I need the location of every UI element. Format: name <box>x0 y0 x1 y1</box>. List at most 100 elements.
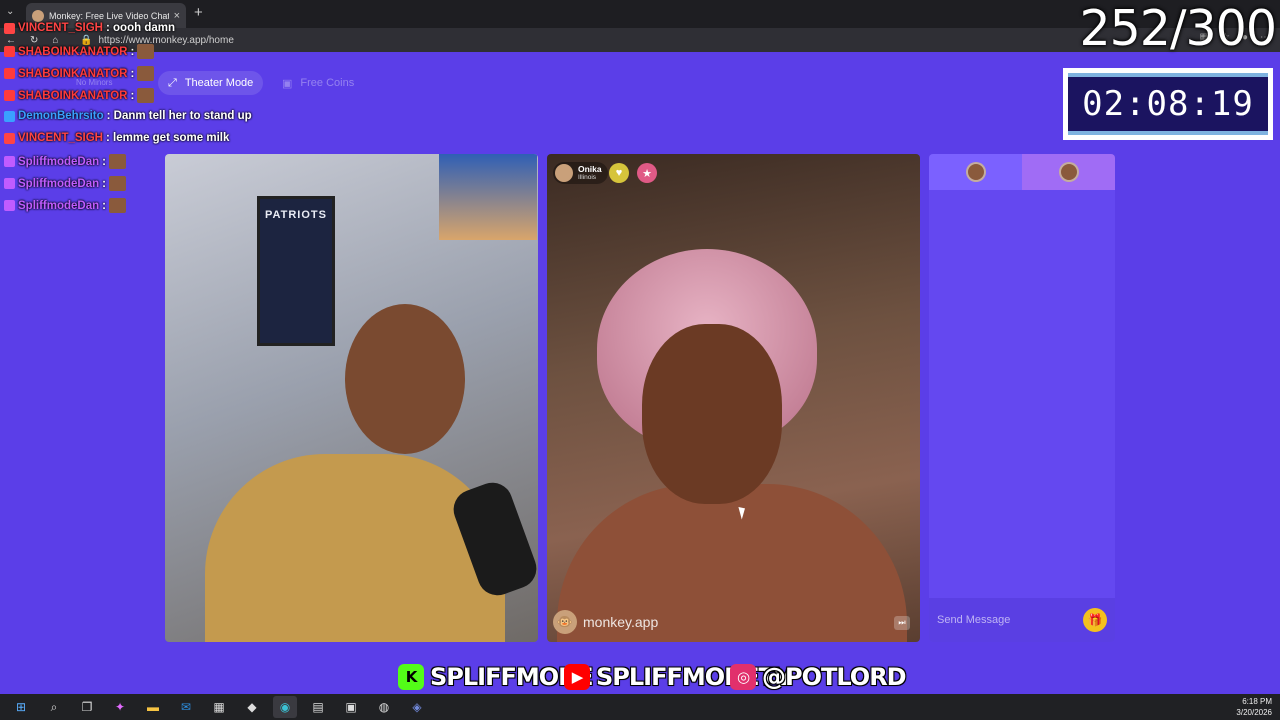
discord-icon[interactable]: ◈ <box>405 696 429 718</box>
heart-badge-icon[interactable]: ♥ <box>609 163 629 183</box>
tab-title: Monkey: Free Live Video Chat <box>49 10 169 21</box>
chat-badge-icon <box>4 156 15 167</box>
palm-tree-painting <box>439 154 537 240</box>
tab-list-icon[interactable]: ⌄ <box>6 6 14 17</box>
tab-self[interactable] <box>929 154 1022 190</box>
expand-icon: ⤢ <box>168 76 177 89</box>
chat-emote-icon <box>108 176 126 191</box>
instagram-handle: @POTLORD <box>762 663 907 691</box>
monkey-favicon-icon <box>32 9 44 22</box>
notepad-icon[interactable]: ▤ <box>306 696 330 718</box>
terminal-icon[interactable]: ▣ <box>339 696 363 718</box>
chat-username: SHABOINKANATOR <box>18 67 128 80</box>
start-icon[interactable]: ⊞ <box>9 696 33 718</box>
panel-tabs <box>929 154 1115 190</box>
partner-avatar <box>555 164 573 182</box>
coins-icon: ▣ <box>282 77 293 90</box>
chat-emote-icon <box>137 66 155 81</box>
obs-icon[interactable]: ◍ <box>372 696 396 718</box>
message-placeholder: Send Message <box>937 614 1011 626</box>
chat-badge-icon <box>4 68 15 79</box>
gift-badge-icon[interactable]: ★ <box>637 163 657 183</box>
chat-text: : Danm tell her to stand up <box>106 110 252 122</box>
chat-text: : <box>130 89 135 102</box>
chat-username: DemonBehrsito <box>18 110 104 122</box>
partner-name: Onika <box>578 164 602 174</box>
chat-emote-icon <box>108 198 126 213</box>
clock-date: 3/20/2026 <box>1236 708 1272 717</box>
chat-badge-icon <box>4 22 15 34</box>
partner-tag[interactable]: Onika Illinois <box>553 162 608 184</box>
file-explorer-icon[interactable]: ▬ <box>141 696 165 718</box>
chat-badge-icon <box>4 46 15 57</box>
chat-username: VINCENT_SIGH <box>18 132 103 144</box>
chat-badge-icon <box>4 110 15 122</box>
monkey-logo-icon: 🐵 <box>553 610 577 634</box>
partner-face <box>642 324 782 504</box>
copilot-icon[interactable]: ✦ <box>108 696 132 718</box>
send-message-field[interactable]: Send Message 🎁 <box>929 598 1115 642</box>
chat-username: SHABOINKANATOR <box>18 89 128 102</box>
chat-text: : <box>102 177 106 190</box>
store-icon[interactable]: ▦ <box>207 696 231 718</box>
theater-mode-label: Theater Mode <box>184 77 254 89</box>
chat-username: SpliffmodeDan <box>18 155 100 168</box>
local-video: PATRIOTS <box>165 154 538 642</box>
goal-counter: 252/300 <box>1079 0 1277 57</box>
patriots-poster: PATRIOTS <box>257 196 335 346</box>
gift-icon[interactable]: 🎁 <box>1083 608 1107 632</box>
clock[interactable]: 6:18 PM 3/20/2026 <box>1236 696 1272 718</box>
chat-badge-icon <box>4 200 15 211</box>
kick-icon: K <box>398 664 424 690</box>
social-instagram: ◎ @POTLORD <box>730 663 907 691</box>
chat-message: SHABOINKANATOR: <box>4 66 155 81</box>
chat-username: VINCENT_SIGH <box>18 22 103 34</box>
streamer-head <box>345 304 465 454</box>
watermark-text: monkey.app <box>583 614 659 630</box>
message-panel: Send Message 🎁 <box>929 154 1115 642</box>
tab-partner[interactable] <box>1022 154 1115 190</box>
chat-message: VINCENT_SIGH: oooh damn <box>4 22 175 34</box>
stream-timer: 02:08:19 <box>1063 68 1273 140</box>
chat-badge-icon <box>4 178 15 189</box>
task-view-icon[interactable]: ❐ <box>75 696 99 718</box>
chat-badge-icon <box>4 132 15 144</box>
chat-username: SpliffmodeDan <box>18 177 100 190</box>
chat-message: SpliffmodeDan: <box>4 198 126 213</box>
search-icon[interactable]: ⌕ <box>42 696 66 718</box>
chat-badge-icon <box>4 90 15 101</box>
outlook-icon[interactable]: ✉ <box>174 696 198 718</box>
windows-taskbar: ⊞ ⌕ ❐ ✦ ▬ ✉ ▦ ◆ ◉ ▤ ▣ ◍ ◈ 6:18 PM 3/20/2… <box>0 694 1280 720</box>
close-tab-icon[interactable]: × <box>174 10 180 22</box>
chat-emote-icon <box>137 88 155 103</box>
chat-text: : oooh damn <box>106 22 175 34</box>
skip-icon[interactable]: ⏭ <box>894 616 910 630</box>
chat-message: SHABOINKANATOR: <box>4 44 155 59</box>
partner-badges: ♥ ★ <box>609 163 657 183</box>
chat-username: SHABOINKANATOR <box>18 45 128 58</box>
partner-video: Onika Illinois ♥ ★ 🐵 monkey.app ⏭ <box>547 154 920 642</box>
app-icon[interactable]: ◆ <box>240 696 264 718</box>
chat-emote-icon <box>108 154 126 169</box>
chat-message: VINCENT_SIGH: lemme get some milk <box>4 132 229 144</box>
chat-message: SpliffmodeDan: <box>4 154 126 169</box>
edge-icon[interactable]: ◉ <box>273 696 297 718</box>
chat-text: : <box>130 67 135 80</box>
address-bar[interactable]: 🔒 https://www.monkey.app/home <box>80 32 1070 48</box>
new-tab-button[interactable]: + <box>194 4 203 21</box>
chat-username: SpliffmodeDan <box>18 199 100 212</box>
chat-text: : lemme get some milk <box>106 132 230 144</box>
chat-text: : <box>130 45 135 58</box>
free-coins-button[interactable]: ▣ Free Coins <box>272 71 364 95</box>
chat-text: : <box>102 199 106 212</box>
self-avatar <box>965 162 986 182</box>
chat-message: SHABOINKANATOR: <box>4 88 155 103</box>
free-coins-label: Free Coins <box>300 77 355 89</box>
theater-mode-button[interactable]: ⤢ Theater Mode <box>158 71 264 95</box>
partner-location: Illinois <box>578 174 597 181</box>
chat-message: SpliffmodeDan: <box>4 176 126 191</box>
youtube-icon: ▶ <box>564 664 590 690</box>
chat-text: : <box>102 155 106 168</box>
chat-emote-icon <box>137 44 155 59</box>
partner-tab-avatar <box>1058 162 1079 182</box>
